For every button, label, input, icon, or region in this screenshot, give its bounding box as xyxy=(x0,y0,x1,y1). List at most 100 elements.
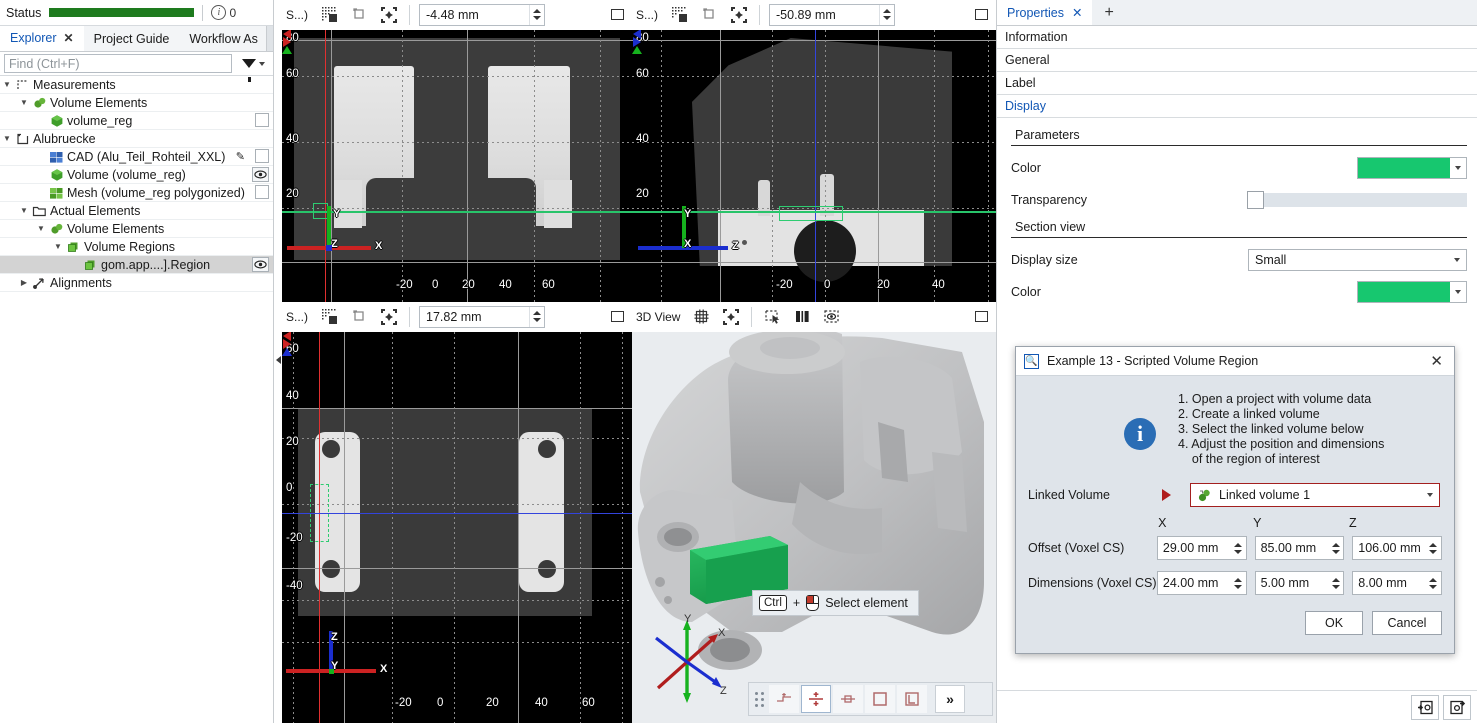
dimensions-z-stepper[interactable]: 8.00 mm xyxy=(1352,571,1442,595)
maximize-viewport-icon[interactable] xyxy=(975,9,988,20)
import-settings-icon[interactable] xyxy=(1411,694,1439,720)
section-corner-icon[interactable] xyxy=(897,685,927,713)
tab-project-guide[interactable]: Project Guide xyxy=(84,26,180,51)
roi-rectangle[interactable] xyxy=(313,203,328,219)
viewport-3d-canvas[interactable]: Ctrl + Select element Y X Z » xyxy=(632,332,996,723)
fit-view-icon[interactable] xyxy=(716,304,746,330)
info-message-count[interactable]: i 0 xyxy=(211,5,236,20)
chevron-down-icon[interactable]: ▼ xyxy=(34,224,48,233)
section-information[interactable]: Information xyxy=(997,26,1477,49)
roi-rectangle[interactable] xyxy=(310,484,329,542)
dimensions-y-stepper[interactable]: 5.00 mm xyxy=(1254,571,1345,595)
offset-y-stepper[interactable]: 85.00 mm xyxy=(1254,536,1345,560)
section-label[interactable]: Label xyxy=(997,72,1477,95)
slice-position-stepper[interactable]: -4.48 mm xyxy=(419,3,546,26)
chevron-right-icon[interactable]: ▶ xyxy=(17,278,31,287)
tab-explorer[interactable]: Explorer ✕ xyxy=(0,26,84,51)
chevron-down-icon[interactable]: ▼ xyxy=(0,134,14,143)
chevron-down-icon[interactable] xyxy=(1450,166,1466,170)
eye-icon[interactable] xyxy=(252,257,269,272)
tree-item-measurements[interactable]: ▼ Measurements xyxy=(0,76,273,94)
crosshair-vertical-blue[interactable] xyxy=(815,30,816,302)
tree-item-alignments[interactable]: ▶ Alignments xyxy=(0,274,273,292)
transparency-slider[interactable] xyxy=(1247,191,1467,209)
cancel-button[interactable]: Cancel xyxy=(1372,611,1442,635)
chevron-down-icon[interactable]: ▼ xyxy=(17,206,31,215)
tree-item-volume-elements[interactable]: ▼ Volume Elements xyxy=(0,94,273,112)
panel-collapse-handle[interactable] xyxy=(274,330,282,390)
visibility-checkbox[interactable] xyxy=(255,113,269,127)
slice-position-stepper[interactable]: 17.82 mm xyxy=(419,305,546,328)
tree-item-volume-elements[interactable]: ▼ Volume Elements xyxy=(0,220,273,238)
slider-handle[interactable] xyxy=(1247,191,1264,209)
rotate-slice-icon[interactable] xyxy=(694,2,724,28)
overflow-chevron-icon[interactable]: » xyxy=(935,685,965,713)
tree-item-volume-volume-reg[interactable]: Volume (volume_reg) xyxy=(0,166,273,184)
visibility-checkbox[interactable] xyxy=(255,149,269,163)
color-picker-parameters[interactable] xyxy=(1357,157,1467,179)
dialog-title-bar[interactable]: 🔍 Example 13 - Scripted Volume Region ✕ xyxy=(1016,347,1454,376)
close-icon[interactable]: ✕ xyxy=(1072,5,1082,20)
drag-handle[interactable] xyxy=(753,689,765,709)
stepper-arrows[interactable] xyxy=(1328,538,1343,558)
section-general[interactable]: General xyxy=(997,49,1477,72)
viewport-top-right-canvas[interactable]: 80 60 40 20 -20 0 20 40 Z Y X xyxy=(632,30,996,302)
tree-item-mesh-volume-reg-polygonized[interactable]: Mesh (volume_reg polygonized) xyxy=(0,184,273,202)
eye-icon[interactable] xyxy=(252,167,269,182)
stepper-arrows[interactable] xyxy=(529,306,544,327)
offset-z-stepper[interactable]: 106.00 mm xyxy=(1352,536,1442,560)
grid-overlay-icon[interactable] xyxy=(686,304,716,330)
maximize-viewport-icon[interactable] xyxy=(611,9,624,20)
chevron-down-icon[interactable]: ▼ xyxy=(51,242,65,251)
color-picker-section-view[interactable] xyxy=(1357,281,1467,303)
viewport-top-left-canvas[interactable]: 80 60 40 20 -20 0 20 40 60 X Y Z xyxy=(282,30,632,302)
crosshair-vertical-red[interactable] xyxy=(325,30,326,302)
stepper-arrows[interactable] xyxy=(1328,573,1343,593)
tree-item-actual-elements[interactable]: ▼ Actual Elements xyxy=(0,202,273,220)
maximize-viewport-icon[interactable] xyxy=(611,311,624,322)
chevron-down-icon[interactable] xyxy=(1450,290,1466,294)
tree-item-volume-regions[interactable]: ▼ Volume Regions xyxy=(0,238,273,256)
section-plane-icon[interactable] xyxy=(769,685,799,713)
roi-rectangle[interactable] xyxy=(779,206,843,221)
stepper-arrows[interactable] xyxy=(1231,538,1246,558)
filter-button[interactable] xyxy=(238,59,269,82)
tree-item-alubruecke[interactable]: ▼ Alubruecke xyxy=(0,130,273,148)
tree-item-volume-reg[interactable]: volume_reg xyxy=(0,112,273,130)
section-slab-icon[interactable] xyxy=(833,685,863,713)
crosshair-horizontal-blue[interactable] xyxy=(282,513,632,514)
stepper-arrows[interactable] xyxy=(1426,573,1441,593)
tab-overflow-scroll[interactable] xyxy=(266,26,273,51)
fit-view-icon[interactable] xyxy=(724,2,754,28)
tab-workflow-assistant[interactable]: Workflow As xyxy=(179,26,266,51)
section-display[interactable]: Display xyxy=(997,95,1477,118)
split-view-icon[interactable] xyxy=(787,304,817,330)
tree-item-cad-alu-teil-rohteil-xxl[interactable]: CAD (Alu_Teil_Rohteil_XXL) ✎ xyxy=(0,148,273,166)
section-clip-icon[interactable] xyxy=(801,685,831,713)
chevron-down-icon[interactable]: ▼ xyxy=(17,98,31,107)
noise-pattern-icon[interactable] xyxy=(664,2,694,28)
stepper-arrows[interactable] xyxy=(879,4,894,25)
noise-pattern-icon[interactable] xyxy=(314,2,344,28)
stepper-arrows[interactable] xyxy=(1231,573,1246,593)
maximize-viewport-icon[interactable] xyxy=(975,311,988,322)
fit-view-icon[interactable] xyxy=(374,304,404,330)
display-size-select[interactable]: Small xyxy=(1248,249,1467,271)
section-box-icon[interactable] xyxy=(865,685,895,713)
tree-item-gom-app-region[interactable]: gom.app....].Region xyxy=(0,256,273,274)
export-settings-icon[interactable] xyxy=(1443,694,1471,720)
slice-position-stepper[interactable]: -50.89 mm xyxy=(769,3,896,26)
chevron-down-icon[interactable]: ▼ xyxy=(0,80,14,89)
close-icon[interactable]: ✕ xyxy=(1427,352,1446,370)
visibility-region-icon[interactable] xyxy=(817,304,847,330)
fit-view-icon[interactable] xyxy=(374,2,404,28)
visibility-checkbox[interactable] xyxy=(255,185,269,199)
viewport-bottom-left-canvas[interactable]: 60 40 20 0 -20 -40 -20 0 20 40 60 X Z Y xyxy=(282,332,632,723)
search-input[interactable] xyxy=(4,54,232,73)
dimensions-x-stepper[interactable]: 24.00 mm xyxy=(1156,571,1247,595)
rubber-band-select-icon[interactable] xyxy=(757,304,787,330)
add-tab-button[interactable]: + xyxy=(1092,0,1125,25)
tab-properties[interactable]: Properties ✕ xyxy=(997,0,1093,25)
noise-pattern-icon[interactable] xyxy=(314,304,344,330)
linked-volume-select[interactable]: Linked volume 1 xyxy=(1190,483,1440,507)
